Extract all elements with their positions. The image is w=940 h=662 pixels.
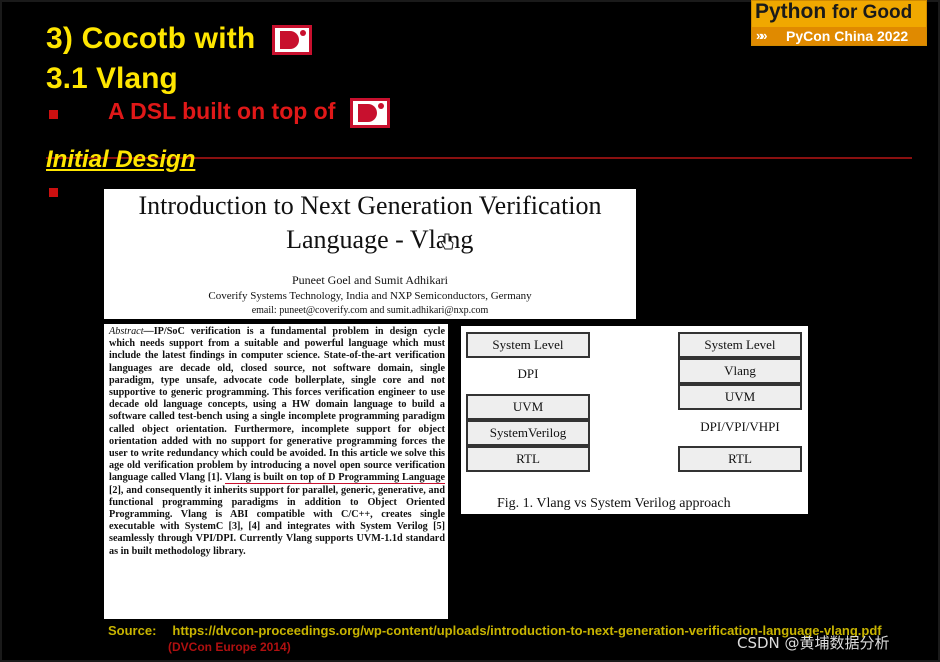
abstract-part-1: —IP/SoC verification is a fundamental pr… bbox=[109, 326, 445, 484]
source-label: Source: bbox=[108, 623, 157, 638]
left-stack-system-level: System Level bbox=[466, 332, 590, 358]
figure-caption: Fig. 1. Vlang vs System Verilog approach bbox=[497, 496, 731, 511]
badge-python-text: Python bbox=[755, 0, 827, 23]
heading-1: 3) Cocotb with bbox=[46, 22, 312, 56]
paper-title-prefix: Language - bbox=[286, 225, 410, 254]
paper-title-card: Introduction to Next Generation Verifica… bbox=[104, 189, 636, 319]
paper-authors: Puneet Goel and Sumit Adhikari bbox=[292, 273, 448, 287]
arrows-icon: »» bbox=[756, 28, 768, 43]
abstract-part-2: [2], and consequently it inherits suppor… bbox=[109, 484, 445, 557]
hand-cursor-icon bbox=[440, 233, 454, 250]
section-title: Initial Design bbox=[46, 146, 196, 173]
heading-1-text: 3) Cocotb with bbox=[46, 22, 256, 55]
source-sub: (DVCon Europe 2014) bbox=[168, 640, 291, 654]
right-stack-system-level: System Level bbox=[678, 332, 802, 358]
right-stack-uvm: UVM bbox=[678, 384, 802, 410]
left-stack-dpi: DPI bbox=[517, 366, 539, 381]
abstract-highlight: Vlang is built on top of D Programming L… bbox=[224, 472, 445, 485]
bullet-dsl-text: A DSL built on top of bbox=[108, 98, 336, 125]
badge-line2: PyCon China 2022 bbox=[786, 28, 909, 44]
paper-title: Introduction to Next Generation Verifica… bbox=[104, 189, 636, 257]
right-stack-vlang: Vlang bbox=[678, 358, 802, 384]
abstract-text: Abstract—IP/SoC verification is a fundam… bbox=[109, 326, 445, 558]
bullet-dsl: A DSL built on top of bbox=[108, 98, 390, 128]
bullet-icon bbox=[49, 110, 58, 119]
paper-email: email: puneet@coverify.com and sumit.adh… bbox=[251, 305, 489, 316]
paper-affiliation: Coverify Systems Technology, India and N… bbox=[208, 290, 532, 302]
abstract-label: Abstract bbox=[109, 326, 144, 337]
left-stack-systemverilog: SystemVerilog bbox=[466, 420, 590, 446]
paper-title-line1: Introduction to Next Generation Verifica… bbox=[138, 191, 602, 220]
left-stack-rtl: RTL bbox=[466, 446, 590, 472]
right-stack-rtl: RTL bbox=[678, 446, 802, 472]
bullet-icon bbox=[49, 188, 58, 197]
figure-card: System Level DPI UVM SystemVerilog RTL S… bbox=[461, 326, 808, 514]
paper-abstract: Abstract—IP/SoC verification is a fundam… bbox=[104, 324, 448, 619]
paper-title-line2: Language - Vlang bbox=[104, 223, 636, 257]
left-stack-uvm: UVM bbox=[466, 394, 590, 420]
pycon-badge: Python for Good »» PyCon China 2022 bbox=[751, 0, 927, 46]
csdn-watermark: CSDN @黄埔数据分析 bbox=[737, 634, 890, 652]
heading-2: 3.1 Vlang bbox=[46, 62, 178, 95]
badge-line1: Python for Good bbox=[755, 0, 912, 24]
right-stack-dpi-vpi-vhpi: DPI/VPI/VHPI bbox=[700, 419, 780, 434]
d-language-logo-icon bbox=[349, 98, 390, 128]
d-language-logo-icon bbox=[272, 25, 312, 56]
badge-for-good-text: for Good bbox=[832, 2, 913, 23]
